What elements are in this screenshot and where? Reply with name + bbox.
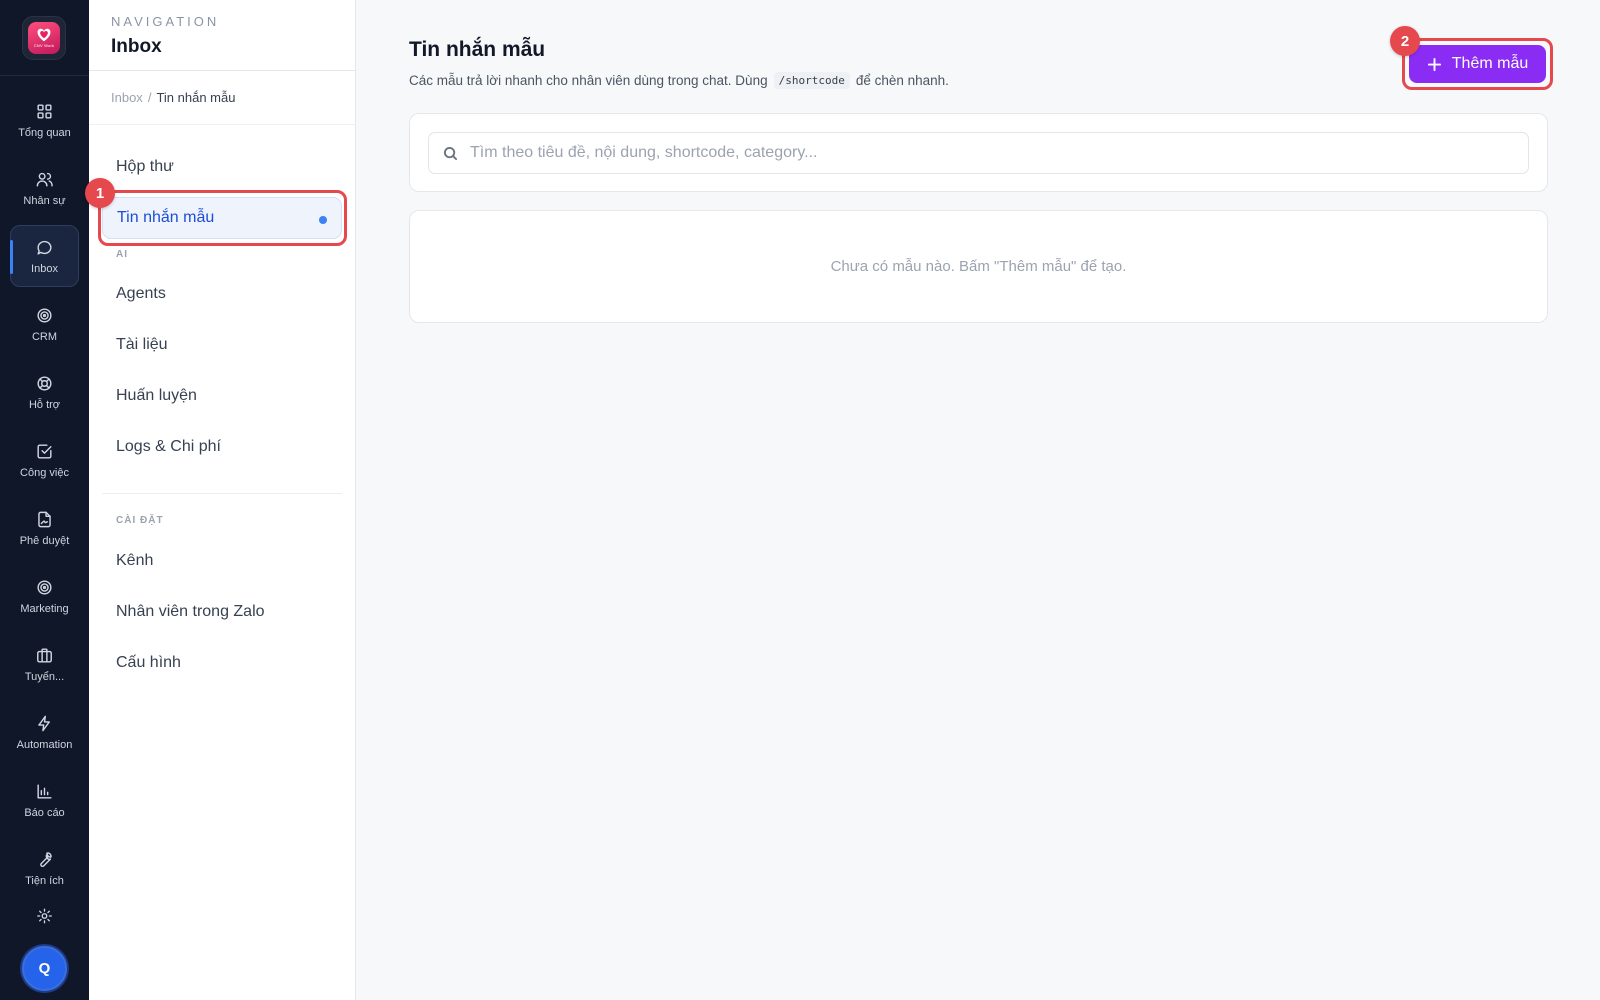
shortcode-chip: /shortcode [773, 72, 850, 89]
description-text: Các mẫu trả lời nhanh cho nhân viên dùng… [409, 73, 768, 88]
nav-item-logs-chi-phi[interactable]: Logs & Chi phí [102, 426, 342, 468]
search-icon [443, 146, 458, 160]
file-sign-icon [38, 511, 51, 527]
rail-divider [0, 75, 89, 76]
nav-item-huan-luyen[interactable]: Huấn luyện [102, 375, 342, 417]
app-logo[interactable]: CNV Work [22, 16, 66, 60]
active-dot [319, 216, 327, 224]
rail-item-label: Tổng quan [18, 126, 71, 139]
grid-icon [37, 103, 52, 119]
nav-item-agents[interactable]: Agents [102, 273, 342, 315]
nav-item-nhan-vien-zalo[interactable]: Nhân viên trong Zalo [102, 591, 342, 633]
page-title: Tin nhắn mẫu [409, 38, 546, 61]
lightning-icon [38, 715, 50, 731]
target-icon [37, 579, 52, 595]
rail-item-label: Inbox [31, 262, 58, 275]
chat-bubble-icon [37, 240, 52, 255]
check-square-icon [37, 443, 52, 459]
rail-item-cong-viec[interactable]: Công việc [10, 429, 79, 491]
heart-logo-icon: CNV Work [28, 22, 60, 54]
target-icon [37, 307, 52, 323]
rail-item-label: Marketing [20, 602, 69, 615]
search-card [409, 113, 1548, 192]
nav-item-label: Tin nhắn mẫu [117, 209, 215, 226]
rail-item-phe-duyet[interactable]: Phê duyệt [10, 497, 79, 559]
description-text-end: để chèn nhanh. [855, 73, 949, 88]
add-template-button[interactable]: Thêm mẫu [1409, 45, 1546, 83]
rail-item-tong-quan[interactable]: Tổng quan [10, 89, 79, 151]
breadcrumb-separator: / [147, 90, 152, 105]
nav-divider [102, 493, 342, 494]
step-badge-1: 1 [85, 178, 115, 208]
wrench-icon [40, 851, 52, 867]
nav-item-kenh[interactable]: Kênh [102, 540, 342, 582]
bar-chart-icon [37, 783, 52, 799]
logo-text: CNV Work [33, 43, 55, 48]
rail-item-label: Công việc [20, 466, 69, 479]
nav-kicker: NAVIGATION [111, 14, 220, 29]
rail-item-crm[interactable]: CRM [10, 293, 79, 355]
breadcrumb-parent[interactable]: Inbox [111, 90, 143, 105]
rail-item-ho-tro[interactable]: Hỗ trợ [10, 361, 79, 423]
briefcase-icon [37, 647, 52, 663]
nav-section-ai: AI [116, 249, 128, 260]
empty-state-text: Chưa có mẫu nào. Bấm "Thêm mẫu" để tạo. [830, 258, 1127, 275]
rail-item-automation[interactable]: Automation [10, 701, 79, 763]
nav-header: NAVIGATION Inbox [89, 0, 355, 71]
users-icon [36, 172, 53, 187]
rail-item-label: Tiện ích [25, 874, 64, 887]
user-avatar[interactable]: Q [22, 946, 67, 991]
breadcrumb: Inbox / Tin nhắn mẫu [89, 71, 355, 125]
page-description: Các mẫu trả lời nhanh cho nhân viên dùng… [409, 72, 949, 89]
nav-title: Inbox [111, 36, 162, 57]
nav-item-tai-lieu[interactable]: Tài liệu [102, 324, 342, 366]
nav-item-cau-hinh[interactable]: Cấu hình [102, 642, 342, 684]
rail-item-label: Automation [16, 738, 73, 751]
gear-icon [37, 908, 52, 924]
lifebuoy-icon [37, 375, 52, 391]
step-badge-2: 2 [1390, 26, 1420, 56]
nav-item-hop-thu[interactable]: Hộp thư [102, 146, 342, 188]
empty-state: Chưa có mẫu nào. Bấm "Thêm mẫu" để tạo. [409, 210, 1548, 323]
rail-item-label: Nhân sự [23, 194, 66, 207]
rail-item-label: Tuyển... [24, 670, 65, 683]
rail-item-settings[interactable] [10, 905, 79, 925]
secondary-nav: NAVIGATION Inbox Inbox / Tin nhắn mẫu Hộ… [89, 0, 356, 1000]
search-input[interactable] [470, 144, 1470, 162]
nav-item-tin-nhan-mau[interactable]: Tin nhắn mẫu [102, 197, 342, 239]
rail-item-inbox[interactable]: Inbox [10, 225, 79, 287]
rail-item-marketing[interactable]: Marketing [10, 565, 79, 627]
search-box[interactable] [428, 132, 1529, 174]
rail-item-label: Phê duyệt [19, 534, 70, 547]
rail-item-tien-ich[interactable]: Tiện ích [10, 837, 79, 899]
rail-item-tuyen-dung[interactable]: Tuyển... [10, 633, 79, 695]
plus-icon [1427, 57, 1441, 71]
rail-item-label: Hỗ trợ [28, 398, 61, 411]
rail-item-nhan-su[interactable]: Nhân sự [10, 157, 79, 219]
rail-item-label: CRM [31, 330, 58, 343]
rail-item-bao-cao[interactable]: Báo cáo [10, 769, 79, 831]
add-template-label: Thêm mẫu [1451, 55, 1529, 72]
app-rail: CNV Work Tổng quan Nhân sự Inbox CRM Hỗ … [0, 0, 89, 1000]
breadcrumb-current: Tin nhắn mẫu [156, 90, 236, 105]
rail-item-label: Báo cáo [24, 806, 65, 819]
nav-section-settings: CÀI ĐẶT [116, 515, 164, 526]
